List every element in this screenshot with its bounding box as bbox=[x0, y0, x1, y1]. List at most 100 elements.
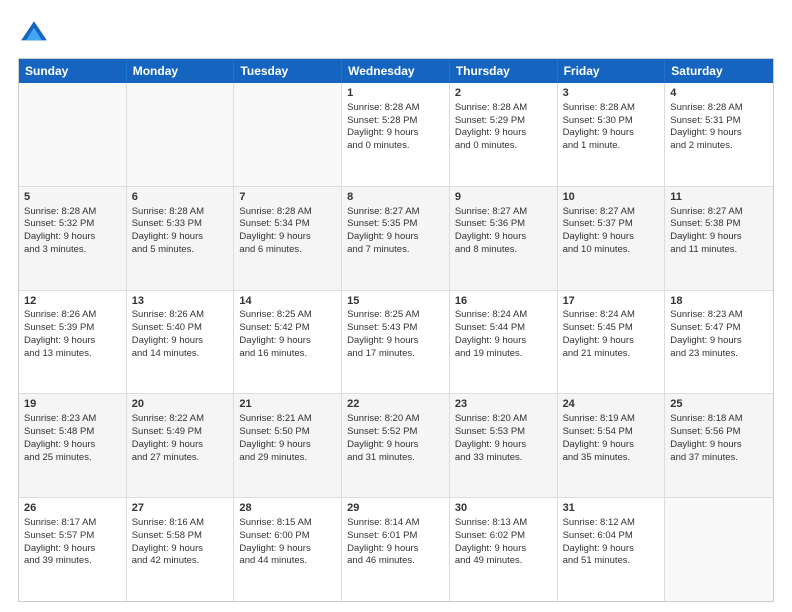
calendar-cell-34 bbox=[665, 498, 773, 601]
day-number: 6 bbox=[132, 190, 229, 205]
cell-details: Sunrise: 8:19 AMSunset: 5:54 PMDaylight:… bbox=[563, 413, 660, 464]
cell-details: Sunrise: 8:24 AMSunset: 5:44 PMDaylight:… bbox=[455, 309, 552, 360]
cell-details: Sunrise: 8:27 AMSunset: 5:38 PMDaylight:… bbox=[670, 206, 768, 257]
cell-details: Sunrise: 8:27 AMSunset: 5:37 PMDaylight:… bbox=[563, 206, 660, 257]
header-day-thursday: Thursday bbox=[450, 59, 558, 83]
cell-details: Sunrise: 8:14 AMSunset: 6:01 PMDaylight:… bbox=[347, 517, 444, 568]
calendar-cell-32: 30Sunrise: 8:13 AMSunset: 6:02 PMDayligh… bbox=[450, 498, 558, 601]
cell-details: Sunrise: 8:23 AMSunset: 5:48 PMDaylight:… bbox=[24, 413, 121, 464]
calendar-cell-30: 28Sunrise: 8:15 AMSunset: 6:00 PMDayligh… bbox=[234, 498, 342, 601]
calendar-cell-6: 4Sunrise: 8:28 AMSunset: 5:31 PMDaylight… bbox=[665, 83, 773, 186]
calendar-cell-12: 10Sunrise: 8:27 AMSunset: 5:37 PMDayligh… bbox=[558, 187, 666, 290]
calendar-cell-20: 18Sunrise: 8:23 AMSunset: 5:47 PMDayligh… bbox=[665, 291, 773, 394]
cell-details: Sunrise: 8:23 AMSunset: 5:47 PMDaylight:… bbox=[670, 309, 768, 360]
day-number: 7 bbox=[239, 190, 336, 205]
day-number: 21 bbox=[239, 397, 336, 412]
day-number: 10 bbox=[563, 190, 660, 205]
cell-details: Sunrise: 8:27 AMSunset: 5:36 PMDaylight:… bbox=[455, 206, 552, 257]
day-number: 24 bbox=[563, 397, 660, 412]
day-number: 13 bbox=[132, 294, 229, 309]
calendar-cell-31: 29Sunrise: 8:14 AMSunset: 6:01 PMDayligh… bbox=[342, 498, 450, 601]
header-day-sunday: Sunday bbox=[19, 59, 127, 83]
day-number: 9 bbox=[455, 190, 552, 205]
calendar-cell-4: 2Sunrise: 8:28 AMSunset: 5:29 PMDaylight… bbox=[450, 83, 558, 186]
header-day-tuesday: Tuesday bbox=[234, 59, 342, 83]
logo-icon bbox=[18, 18, 50, 50]
cell-details: Sunrise: 8:20 AMSunset: 5:53 PMDaylight:… bbox=[455, 413, 552, 464]
calendar-cell-19: 17Sunrise: 8:24 AMSunset: 5:45 PMDayligh… bbox=[558, 291, 666, 394]
day-number: 22 bbox=[347, 397, 444, 412]
day-number: 25 bbox=[670, 397, 768, 412]
cell-details: Sunrise: 8:15 AMSunset: 6:00 PMDaylight:… bbox=[239, 517, 336, 568]
day-number: 17 bbox=[563, 294, 660, 309]
calendar-cell-16: 14Sunrise: 8:25 AMSunset: 5:42 PMDayligh… bbox=[234, 291, 342, 394]
day-number: 16 bbox=[455, 294, 552, 309]
calendar-cell-8: 6Sunrise: 8:28 AMSunset: 5:33 PMDaylight… bbox=[127, 187, 235, 290]
day-number: 30 bbox=[455, 501, 552, 516]
calendar-cell-24: 22Sunrise: 8:20 AMSunset: 5:52 PMDayligh… bbox=[342, 394, 450, 497]
day-number: 23 bbox=[455, 397, 552, 412]
cell-details: Sunrise: 8:27 AMSunset: 5:35 PMDaylight:… bbox=[347, 206, 444, 257]
calendar-cell-21: 19Sunrise: 8:23 AMSunset: 5:48 PMDayligh… bbox=[19, 394, 127, 497]
day-number: 8 bbox=[347, 190, 444, 205]
calendar-cell-0 bbox=[19, 83, 127, 186]
day-number: 31 bbox=[563, 501, 660, 516]
day-number: 1 bbox=[347, 86, 444, 101]
cell-details: Sunrise: 8:26 AMSunset: 5:40 PMDaylight:… bbox=[132, 309, 229, 360]
header-day-wednesday: Wednesday bbox=[342, 59, 450, 83]
cell-details: Sunrise: 8:28 AMSunset: 5:31 PMDaylight:… bbox=[670, 102, 768, 153]
calendar-cell-5: 3Sunrise: 8:28 AMSunset: 5:30 PMDaylight… bbox=[558, 83, 666, 186]
calendar-cell-11: 9Sunrise: 8:27 AMSunset: 5:36 PMDaylight… bbox=[450, 187, 558, 290]
cell-details: Sunrise: 8:28 AMSunset: 5:30 PMDaylight:… bbox=[563, 102, 660, 153]
calendar-cell-14: 12Sunrise: 8:26 AMSunset: 5:39 PMDayligh… bbox=[19, 291, 127, 394]
calendar-cell-18: 16Sunrise: 8:24 AMSunset: 5:44 PMDayligh… bbox=[450, 291, 558, 394]
cell-details: Sunrise: 8:28 AMSunset: 5:33 PMDaylight:… bbox=[132, 206, 229, 257]
calendar-cell-7: 5Sunrise: 8:28 AMSunset: 5:32 PMDaylight… bbox=[19, 187, 127, 290]
day-number: 3 bbox=[563, 86, 660, 101]
calendar-cell-33: 31Sunrise: 8:12 AMSunset: 6:04 PMDayligh… bbox=[558, 498, 666, 601]
calendar-week-1: 1Sunrise: 8:28 AMSunset: 5:28 PMDaylight… bbox=[19, 83, 773, 186]
header-day-saturday: Saturday bbox=[665, 59, 773, 83]
day-number: 26 bbox=[24, 501, 121, 516]
calendar-cell-9: 7Sunrise: 8:28 AMSunset: 5:34 PMDaylight… bbox=[234, 187, 342, 290]
day-number: 15 bbox=[347, 294, 444, 309]
calendar-header: SundayMondayTuesdayWednesdayThursdayFrid… bbox=[19, 59, 773, 83]
cell-details: Sunrise: 8:28 AMSunset: 5:32 PMDaylight:… bbox=[24, 206, 121, 257]
calendar-cell-1 bbox=[127, 83, 235, 186]
cell-details: Sunrise: 8:13 AMSunset: 6:02 PMDaylight:… bbox=[455, 517, 552, 568]
calendar-cell-29: 27Sunrise: 8:16 AMSunset: 5:58 PMDayligh… bbox=[127, 498, 235, 601]
cell-details: Sunrise: 8:18 AMSunset: 5:56 PMDaylight:… bbox=[670, 413, 768, 464]
calendar-week-2: 5Sunrise: 8:28 AMSunset: 5:32 PMDaylight… bbox=[19, 186, 773, 290]
day-number: 5 bbox=[24, 190, 121, 205]
cell-details: Sunrise: 8:25 AMSunset: 5:42 PMDaylight:… bbox=[239, 309, 336, 360]
cell-details: Sunrise: 8:12 AMSunset: 6:04 PMDaylight:… bbox=[563, 517, 660, 568]
calendar-cell-23: 21Sunrise: 8:21 AMSunset: 5:50 PMDayligh… bbox=[234, 394, 342, 497]
day-number: 19 bbox=[24, 397, 121, 412]
day-number: 28 bbox=[239, 501, 336, 516]
day-number: 20 bbox=[132, 397, 229, 412]
calendar-cell-13: 11Sunrise: 8:27 AMSunset: 5:38 PMDayligh… bbox=[665, 187, 773, 290]
header-day-monday: Monday bbox=[127, 59, 235, 83]
cell-details: Sunrise: 8:26 AMSunset: 5:39 PMDaylight:… bbox=[24, 309, 121, 360]
calendar-cell-25: 23Sunrise: 8:20 AMSunset: 5:53 PMDayligh… bbox=[450, 394, 558, 497]
calendar-cell-26: 24Sunrise: 8:19 AMSunset: 5:54 PMDayligh… bbox=[558, 394, 666, 497]
day-number: 4 bbox=[670, 86, 768, 101]
calendar-body: 1Sunrise: 8:28 AMSunset: 5:28 PMDaylight… bbox=[19, 83, 773, 601]
cell-details: Sunrise: 8:24 AMSunset: 5:45 PMDaylight:… bbox=[563, 309, 660, 360]
calendar-cell-10: 8Sunrise: 8:27 AMSunset: 5:35 PMDaylight… bbox=[342, 187, 450, 290]
calendar-week-4: 19Sunrise: 8:23 AMSunset: 5:48 PMDayligh… bbox=[19, 393, 773, 497]
cell-details: Sunrise: 8:22 AMSunset: 5:49 PMDaylight:… bbox=[132, 413, 229, 464]
calendar-cell-15: 13Sunrise: 8:26 AMSunset: 5:40 PMDayligh… bbox=[127, 291, 235, 394]
cell-details: Sunrise: 8:17 AMSunset: 5:57 PMDaylight:… bbox=[24, 517, 121, 568]
cell-details: Sunrise: 8:21 AMSunset: 5:50 PMDaylight:… bbox=[239, 413, 336, 464]
calendar-cell-17: 15Sunrise: 8:25 AMSunset: 5:43 PMDayligh… bbox=[342, 291, 450, 394]
day-number: 12 bbox=[24, 294, 121, 309]
calendar-cell-3: 1Sunrise: 8:28 AMSunset: 5:28 PMDaylight… bbox=[342, 83, 450, 186]
calendar-cell-28: 26Sunrise: 8:17 AMSunset: 5:57 PMDayligh… bbox=[19, 498, 127, 601]
day-number: 2 bbox=[455, 86, 552, 101]
header-day-friday: Friday bbox=[558, 59, 666, 83]
calendar: SundayMondayTuesdayWednesdayThursdayFrid… bbox=[18, 58, 774, 602]
day-number: 27 bbox=[132, 501, 229, 516]
day-number: 11 bbox=[670, 190, 768, 205]
calendar-cell-27: 25Sunrise: 8:18 AMSunset: 5:56 PMDayligh… bbox=[665, 394, 773, 497]
